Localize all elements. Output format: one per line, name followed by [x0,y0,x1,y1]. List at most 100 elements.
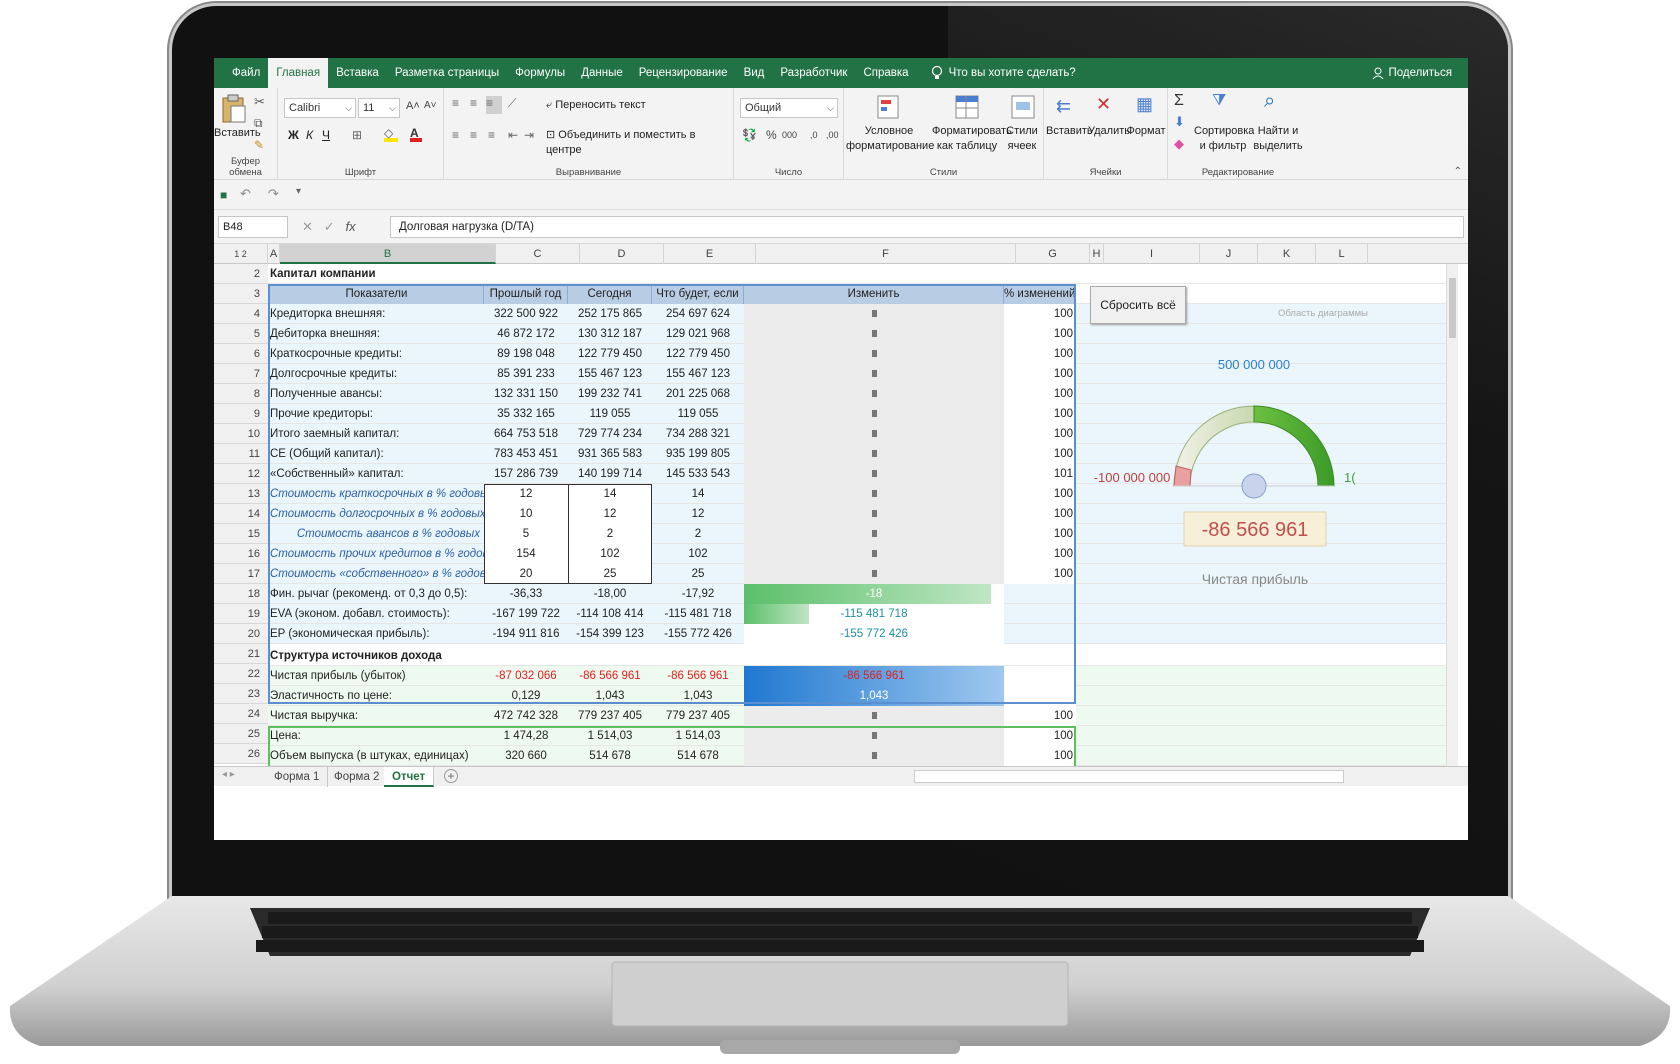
cut-icon[interactable]: ✂ [254,94,265,110]
format-as-table-button[interactable]: Форматировать как таблицу [932,124,1012,154]
cell-styles-button[interactable]: Стили ячеек [1002,124,1042,154]
row-header[interactable]: 15 [214,524,268,544]
row-header[interactable]: 26 [214,744,268,764]
tell-me-box[interactable]: Что вы хотите сделать? [931,65,1076,81]
formula-input[interactable]: Долговая нагрузка (D/TA) [390,216,1464,238]
slider-thumb-icon[interactable] [871,410,877,418]
slider-thumb-icon[interactable] [871,390,877,398]
thousands-icon[interactable]: 000 [782,130,797,140]
row-header[interactable]: 2 [214,264,268,284]
col-header-f[interactable]: F [756,244,1016,264]
row-header[interactable]: 7 [214,364,268,384]
align-left-icon[interactable]: ≡ [452,128,459,142]
align-top-icon[interactable]: ≡ [452,96,459,110]
increase-font-icon[interactable]: A˄ [406,100,420,112]
borders-icon[interactable]: ⊞ [352,128,362,142]
select-all-corner[interactable]: 1 2 [214,244,268,264]
slider-thumb-icon[interactable] [871,310,877,318]
tab-formulas[interactable]: Формулы [507,58,573,88]
slider-thumb-icon[interactable] [871,570,877,578]
col-header-i[interactable]: I [1104,244,1200,264]
slider-thumb-icon[interactable] [871,510,877,518]
undo-icon[interactable]: ↶ [240,186,251,202]
row-header[interactable]: 22 [214,664,268,684]
format-painter-icon[interactable]: ✎ [254,138,264,152]
format-cells-button[interactable]: Формат [1126,124,1166,139]
slider-thumb-icon[interactable] [871,370,877,378]
row-header[interactable]: 9 [214,404,268,424]
paste-button[interactable]: Вставить [214,126,261,141]
fill-color-icon[interactable]: ◇ [384,126,398,142]
redo-icon[interactable]: ↷ [268,186,279,202]
add-sheet-icon[interactable]: + [444,769,458,783]
slider-thumb-icon[interactable] [871,330,877,338]
orientation-icon[interactable]: ⟋ [508,96,516,111]
row-header[interactable]: 11 [214,444,268,464]
tab-developer[interactable]: Разработчик [772,58,855,88]
align-right-icon[interactable]: ≡ [488,128,495,142]
slider-thumb-icon[interactable] [871,450,877,458]
currency-icon[interactable]: 💱 [742,128,757,142]
tab-review[interactable]: Рецензирование [631,58,736,88]
slider-thumb-icon[interactable] [871,350,877,358]
increase-decimal-icon[interactable]: ,0 [810,130,818,140]
customize-qat-icon[interactable]: ▾ [296,186,301,197]
col-header-l[interactable]: L [1316,244,1368,264]
sheet-tab-report[interactable]: Отчет [384,767,435,787]
row-header[interactable]: 13 [214,484,268,504]
slider-thumb-icon[interactable] [871,732,877,740]
col-header-g[interactable]: G [1016,244,1090,264]
delete-cells-button[interactable]: Удалить [1088,124,1130,139]
sort-filter-button[interactable]: Сортировка и фильтр [1194,124,1254,154]
indent-icon[interactable]: ⇤ [508,128,518,142]
tab-view[interactable]: Вид [736,58,773,88]
underline-button[interactable]: Ч [322,128,330,142]
font-size-select[interactable]: 11 ⌵ [358,98,400,118]
row-header[interactable]: 12 [214,464,268,484]
col-header-d[interactable]: D [580,244,664,264]
horizontal-scrollbar[interactable] [914,770,1344,783]
tab-file[interactable]: Файл [224,58,268,88]
number-format-select[interactable]: Общий ⌵ [740,98,838,118]
row-header[interactable]: 5 [214,324,268,344]
collapse-ribbon-icon[interactable]: ⌃ [1454,166,1462,177]
autosum-icon[interactable]: Σ [1174,92,1184,110]
col-header-j[interactable]: J [1200,244,1258,264]
wrap-text-button[interactable]: ⤶ Переносить текст [546,98,646,113]
row-header[interactable]: 17 [214,564,268,584]
cancel-icon[interactable]: ✕ [302,219,313,234]
slider-thumb-icon[interactable] [871,470,877,478]
copy-icon[interactable]: ⧉ [254,116,263,131]
merge-center-button[interactable]: ⊡ Объединить и поместить в центре [546,128,733,158]
row-header[interactable]: 24 [214,704,268,724]
sheet-tab-form2[interactable]: Форма 2 [326,767,389,787]
find-select-button[interactable]: Найти и выделить [1252,124,1304,154]
row-header[interactable]: 6 [214,344,268,364]
save-icon[interactable]: ■ [220,188,227,202]
align-bottom-icon[interactable]: ≡ [486,96,502,114]
row-header[interactable]: 21 [214,644,268,664]
decrease-decimal-icon[interactable]: ,00 [826,130,839,140]
conditional-format-button[interactable]: Условное форматирование [846,124,934,154]
scroll-tabs-left-icon[interactable]: ◂ ▸ [222,769,235,780]
reset-all-button[interactable]: Сбросить всё [1090,286,1186,324]
fill-icon[interactable]: ⬇ [1174,114,1185,130]
row-header[interactable]: 25 [214,724,268,744]
col-header-a[interactable]: A [268,244,280,264]
row-header[interactable]: 10 [214,424,268,444]
function-icon[interactable]: fx [346,219,356,234]
row-header[interactable]: 14 [214,504,268,524]
worksheet-grid[interactable]: Капитал компании Показатели Прошлый год … [268,264,1458,766]
tab-home[interactable]: Главная [268,58,329,88]
row-header[interactable]: 4 [214,304,268,324]
col-header-e[interactable]: E [664,244,756,264]
align-middle-icon[interactable]: ≡ [470,96,477,110]
insert-cells-button[interactable]: Вставить [1046,124,1093,139]
row-header[interactable]: 8 [214,384,268,404]
slider-thumb-icon[interactable] [871,712,877,720]
row-header[interactable]: 20 [214,624,268,644]
align-center-icon[interactable]: ≡ [470,128,477,142]
slider-thumb-icon[interactable] [871,550,877,558]
font-color-icon[interactable]: A [410,126,422,142]
row-header[interactable]: 23 [214,684,268,704]
